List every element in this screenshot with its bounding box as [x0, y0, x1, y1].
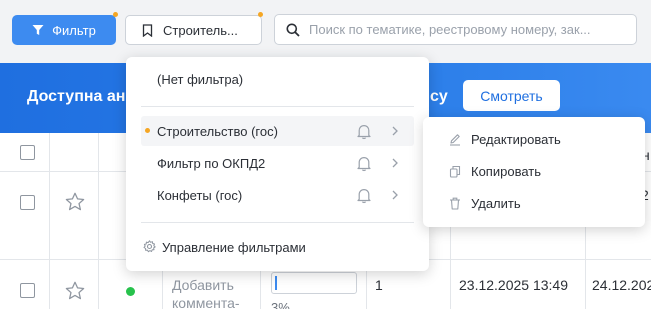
search-input[interactable] [309, 22, 629, 37]
chevron-right-icon [392, 158, 398, 168]
filter-option-label: Строительство (гос) [157, 123, 278, 139]
edit-option[interactable]: Редактировать [423, 124, 645, 154]
toolbar: Фильтр Строитель... [0, 0, 651, 62]
search-box[interactable] [274, 14, 637, 45]
menu-separator [141, 222, 414, 223]
menu-separator [141, 106, 414, 107]
progress-percent: 3% [271, 300, 290, 309]
edit-label: Редактировать [471, 131, 561, 147]
progress-fill [275, 276, 277, 290]
filter-badge [113, 12, 118, 17]
filter-option-candy[interactable]: Конфеты (гос) [141, 180, 414, 210]
filter-actions-submenu: Редактировать Копировать Удалить [423, 117, 645, 227]
row-checkbox[interactable] [20, 195, 35, 210]
bookmark-icon [142, 23, 153, 37]
delete-option[interactable]: Удалить [423, 188, 645, 218]
current-filter-badge [258, 12, 263, 17]
row-checkbox[interactable] [20, 283, 35, 298]
filter-option-okpd2[interactable]: Фильтр по ОКПД2 [141, 148, 414, 178]
filter-option-label: Конфеты (гос) [157, 187, 243, 203]
filter-option-construction[interactable]: Строительство (гос) [141, 116, 414, 146]
filter-dropdown: (Нет фильтра) Строительство (гос) Фильтр… [126, 57, 429, 271]
status-dot [126, 287, 135, 296]
search-icon [286, 23, 300, 37]
chevron-right-icon [392, 126, 398, 136]
cell-date-start: 23.12.2025 13:49 [459, 277, 568, 293]
progress-bar [271, 272, 357, 294]
star-icon[interactable] [64, 280, 86, 302]
bell-icon[interactable] [356, 155, 372, 172]
select-all-checkbox[interactable] [20, 145, 35, 160]
filter-button[interactable]: Фильтр [12, 15, 116, 45]
filter-button-label: Фильтр [52, 22, 96, 38]
trash-icon [450, 197, 460, 210]
star-icon[interactable] [64, 191, 86, 213]
add-comment-link[interactable]: Добавить коммента- [172, 276, 252, 309]
bell-icon[interactable] [356, 187, 372, 204]
cell-number: 1 [375, 277, 383, 293]
cell-date-end: 24.12.202 [592, 277, 651, 293]
copy-label: Копировать [471, 163, 541, 179]
filter-option-label: Фильтр по ОКПД2 [157, 155, 266, 171]
pencil-icon [450, 134, 460, 146]
column-divider [49, 133, 50, 309]
current-filter-button[interactable]: Строитель... [125, 15, 262, 45]
manage-filters-label: Управление фильтрами [162, 239, 306, 255]
banner-title: Доступна ан [27, 88, 126, 105]
gear-icon [143, 240, 156, 253]
copy-icon [449, 165, 461, 178]
delete-label: Удалить [471, 195, 521, 211]
current-filter-label: Строитель... [163, 22, 238, 38]
active-filter-dot [145, 128, 150, 133]
no-filter-label: (Нет фильтра) [157, 71, 244, 87]
banner-title-tail: су [430, 88, 448, 105]
bell-icon[interactable] [356, 123, 372, 140]
watch-button[interactable]: Смотреть [463, 80, 560, 111]
column-divider [98, 133, 99, 309]
manage-filters-option[interactable]: Управление фильтрами [141, 232, 414, 262]
no-filter-option[interactable]: (Нет фильтра) [141, 64, 414, 94]
funnel-icon [32, 25, 44, 35]
copy-option[interactable]: Копировать [423, 156, 645, 186]
chevron-right-icon [392, 190, 398, 200]
